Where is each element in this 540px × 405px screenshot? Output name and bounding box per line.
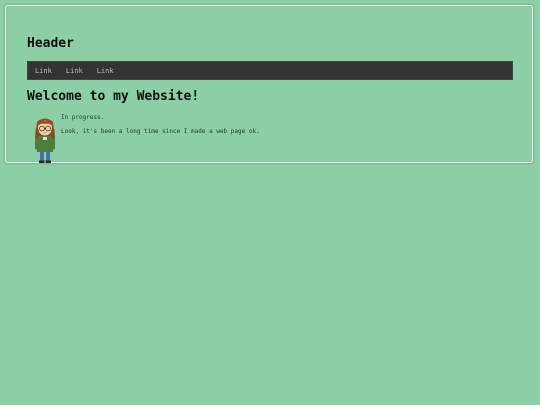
nav-link-2[interactable]: Link (66, 67, 83, 75)
nav-link-1[interactable]: Link (35, 67, 52, 75)
welcome-heading: Welcome to my Website! (27, 89, 200, 104)
site-header: Header (27, 36, 74, 51)
status-text: In progress. (61, 114, 105, 121)
nav-link-3[interactable]: Link (97, 67, 114, 75)
note-text: Look, it's been a long time since I made… (61, 128, 260, 135)
page-container: Header Link Link Link Welcome to my Webs… (5, 5, 533, 163)
avatar-icon (35, 118, 55, 163)
navbar: Link Link Link (27, 61, 513, 80)
